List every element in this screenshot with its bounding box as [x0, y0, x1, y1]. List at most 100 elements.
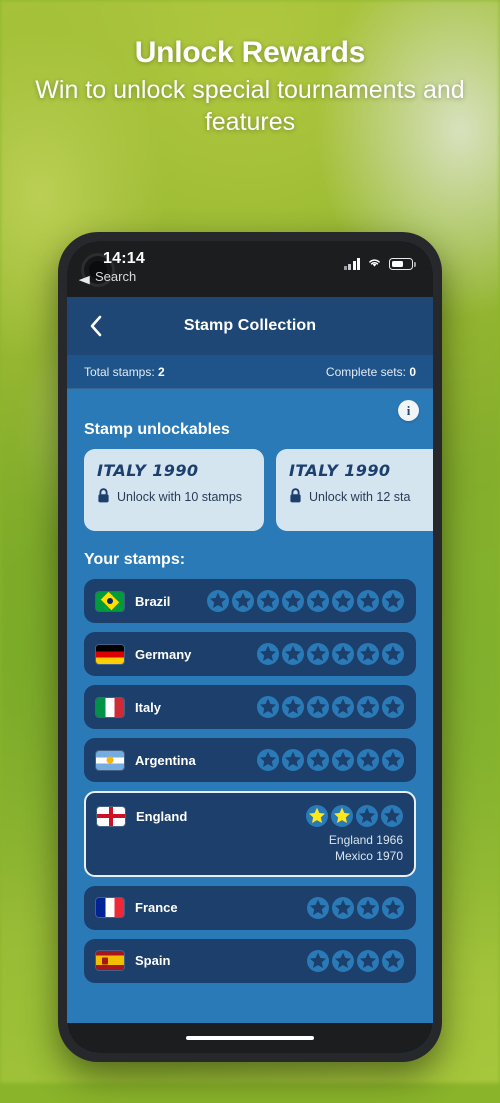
- status-bar-back-icon[interactable]: ◀: [79, 273, 90, 286]
- star-filled-icon: [331, 805, 353, 827]
- star-empty-icon: [207, 590, 229, 612]
- promo-text: Unlock Rewards Win to unlock special tou…: [0, 36, 500, 139]
- wifi-icon: [367, 255, 382, 273]
- flag-spain-icon: [96, 951, 124, 971]
- stamp-stars: [307, 896, 404, 919]
- status-bar-back-label[interactable]: Search: [95, 269, 136, 284]
- status-bar-indicators: [343, 255, 416, 273]
- stamp-country-name: Brazil: [135, 593, 171, 609]
- total-stamps-stat: Total stamps: 2: [84, 365, 165, 379]
- star-empty-icon: [382, 643, 404, 665]
- page-title: Stamp Collection: [183, 317, 317, 334]
- flag-france-icon: [96, 898, 124, 918]
- complete-sets-stat: Complete sets: 0: [326, 365, 416, 379]
- phone-frame: 14:14 ◀ Search Stamp Collection Total st…: [58, 232, 442, 1062]
- star-empty-icon: [382, 949, 404, 972]
- stamp-country-name: Argentina: [135, 752, 196, 768]
- lock-icon: [289, 488, 302, 506]
- stamp-country-name: France: [135, 900, 178, 916]
- unlockable-requirement-row: Unlock with 12 sta: [289, 488, 433, 506]
- stamps-list: Brazil Germany Italy Argentina England Englan…: [67, 579, 433, 1008]
- complete-sets-label: Complete sets:: [325, 364, 406, 379]
- stamp-row[interactable]: Italy: [84, 685, 416, 729]
- unlockable-requirement-row: Unlock with 10 stamps: [97, 488, 251, 506]
- star-empty-icon: [307, 590, 329, 612]
- star-empty-icon: [332, 896, 354, 919]
- star-empty-icon: [307, 949, 329, 972]
- unlockable-card[interactable]: ITALY 1990 Unlock with 12 sta: [276, 449, 433, 531]
- star-filled-icon: [306, 805, 328, 827]
- star-empty-icon: [382, 590, 404, 612]
- stats-bar: Total stamps: 2 Complete sets: 0: [67, 355, 433, 389]
- star-empty-icon: [307, 749, 329, 771]
- stamp-won-tournaments: England 1966 Mexico 1970: [97, 833, 403, 865]
- star-empty-icon: [257, 696, 279, 718]
- unlockable-requirement: Unlock with 12 sta: [309, 490, 411, 504]
- cellular-signal-icon: [343, 258, 360, 270]
- unlockables-section-title: Stamp unlockables: [84, 421, 230, 438]
- total-stamps-label: Total stamps:: [84, 364, 155, 379]
- star-empty-icon: [357, 949, 379, 972]
- flag-germany-icon: [96, 644, 124, 664]
- info-icon[interactable]: i: [398, 400, 419, 421]
- back-button[interactable]: [81, 311, 111, 341]
- star-empty-icon: [332, 749, 354, 771]
- status-bar: 14:14 ◀ Search: [67, 241, 433, 297]
- total-stamps-value: 2: [158, 364, 165, 379]
- stamp-stars: [257, 749, 404, 771]
- star-empty-icon: [357, 643, 379, 665]
- star-empty-icon: [232, 590, 254, 612]
- star-empty-icon: [382, 896, 404, 919]
- stamp-row[interactable]: England England 1966 Mexico 1970: [84, 791, 416, 877]
- battery-icon: [389, 258, 416, 270]
- star-empty-icon: [257, 590, 279, 612]
- stamp-country-name: Spain: [135, 953, 171, 969]
- star-empty-icon: [332, 949, 354, 972]
- unlockable-card[interactable]: ITALY 1990 Unlock with 10 stamps: [84, 449, 264, 531]
- stamp-row[interactable]: Spain: [84, 938, 416, 983]
- unlockable-title: ITALY 1990: [289, 461, 391, 480]
- stamp-won-entry: England 1966: [328, 833, 403, 847]
- star-empty-icon: [382, 696, 404, 718]
- stamp-row[interactable]: Germany: [84, 632, 416, 676]
- complete-sets-value: 0: [409, 364, 416, 379]
- flag-brazil-icon: [96, 591, 124, 611]
- promo-subline: Win to unlock special tournaments and fe…: [35, 75, 465, 137]
- stamp-country-name: Italy: [135, 699, 162, 715]
- star-empty-icon: [282, 643, 304, 665]
- app-header: Stamp Collection: [67, 297, 433, 355]
- home-indicator-area: [67, 1023, 433, 1053]
- lock-icon: [97, 488, 110, 506]
- flag-italy-icon: [96, 697, 124, 717]
- unlockables-carousel[interactable]: ITALY 1990 Unlock with 10 stamps ITALY 199…: [67, 449, 433, 531]
- stamp-row[interactable]: Brazil: [84, 579, 416, 623]
- star-empty-icon: [357, 896, 379, 919]
- unlockable-requirement: Unlock with 10 stamps: [117, 490, 243, 504]
- content-area[interactable]: i Stamp unlockables ITALY 1990 Unlock wit…: [67, 389, 433, 1023]
- star-empty-icon: [382, 749, 404, 771]
- star-empty-icon: [357, 696, 379, 718]
- flag-england-icon: [97, 806, 125, 826]
- stamp-stars: [257, 696, 404, 718]
- stamp-stars: [307, 949, 404, 972]
- home-indicator[interactable]: [186, 1036, 314, 1040]
- stamp-stars: [306, 805, 403, 827]
- unlockable-title: ITALY 1990: [97, 461, 199, 480]
- stamp-row[interactable]: France: [84, 885, 416, 930]
- star-empty-icon: [307, 896, 329, 919]
- star-empty-icon: [332, 696, 354, 718]
- stamp-row[interactable]: Argentina: [84, 738, 416, 782]
- stamp-stars: [257, 643, 404, 665]
- stamps-section-title: Your stamps:: [84, 551, 186, 568]
- star-empty-icon: [257, 749, 279, 771]
- star-empty-icon: [282, 696, 304, 718]
- stamp-country-name: England: [136, 808, 188, 824]
- status-bar-time: 14:14: [103, 250, 145, 267]
- star-empty-icon: [356, 805, 378, 827]
- chevron-left-icon: [90, 315, 102, 337]
- stamp-won-entry: Mexico 1970: [334, 848, 403, 863]
- star-empty-icon: [257, 643, 279, 665]
- star-empty-icon: [282, 590, 304, 612]
- star-empty-icon: [357, 590, 379, 612]
- stamp-stars: [207, 590, 404, 612]
